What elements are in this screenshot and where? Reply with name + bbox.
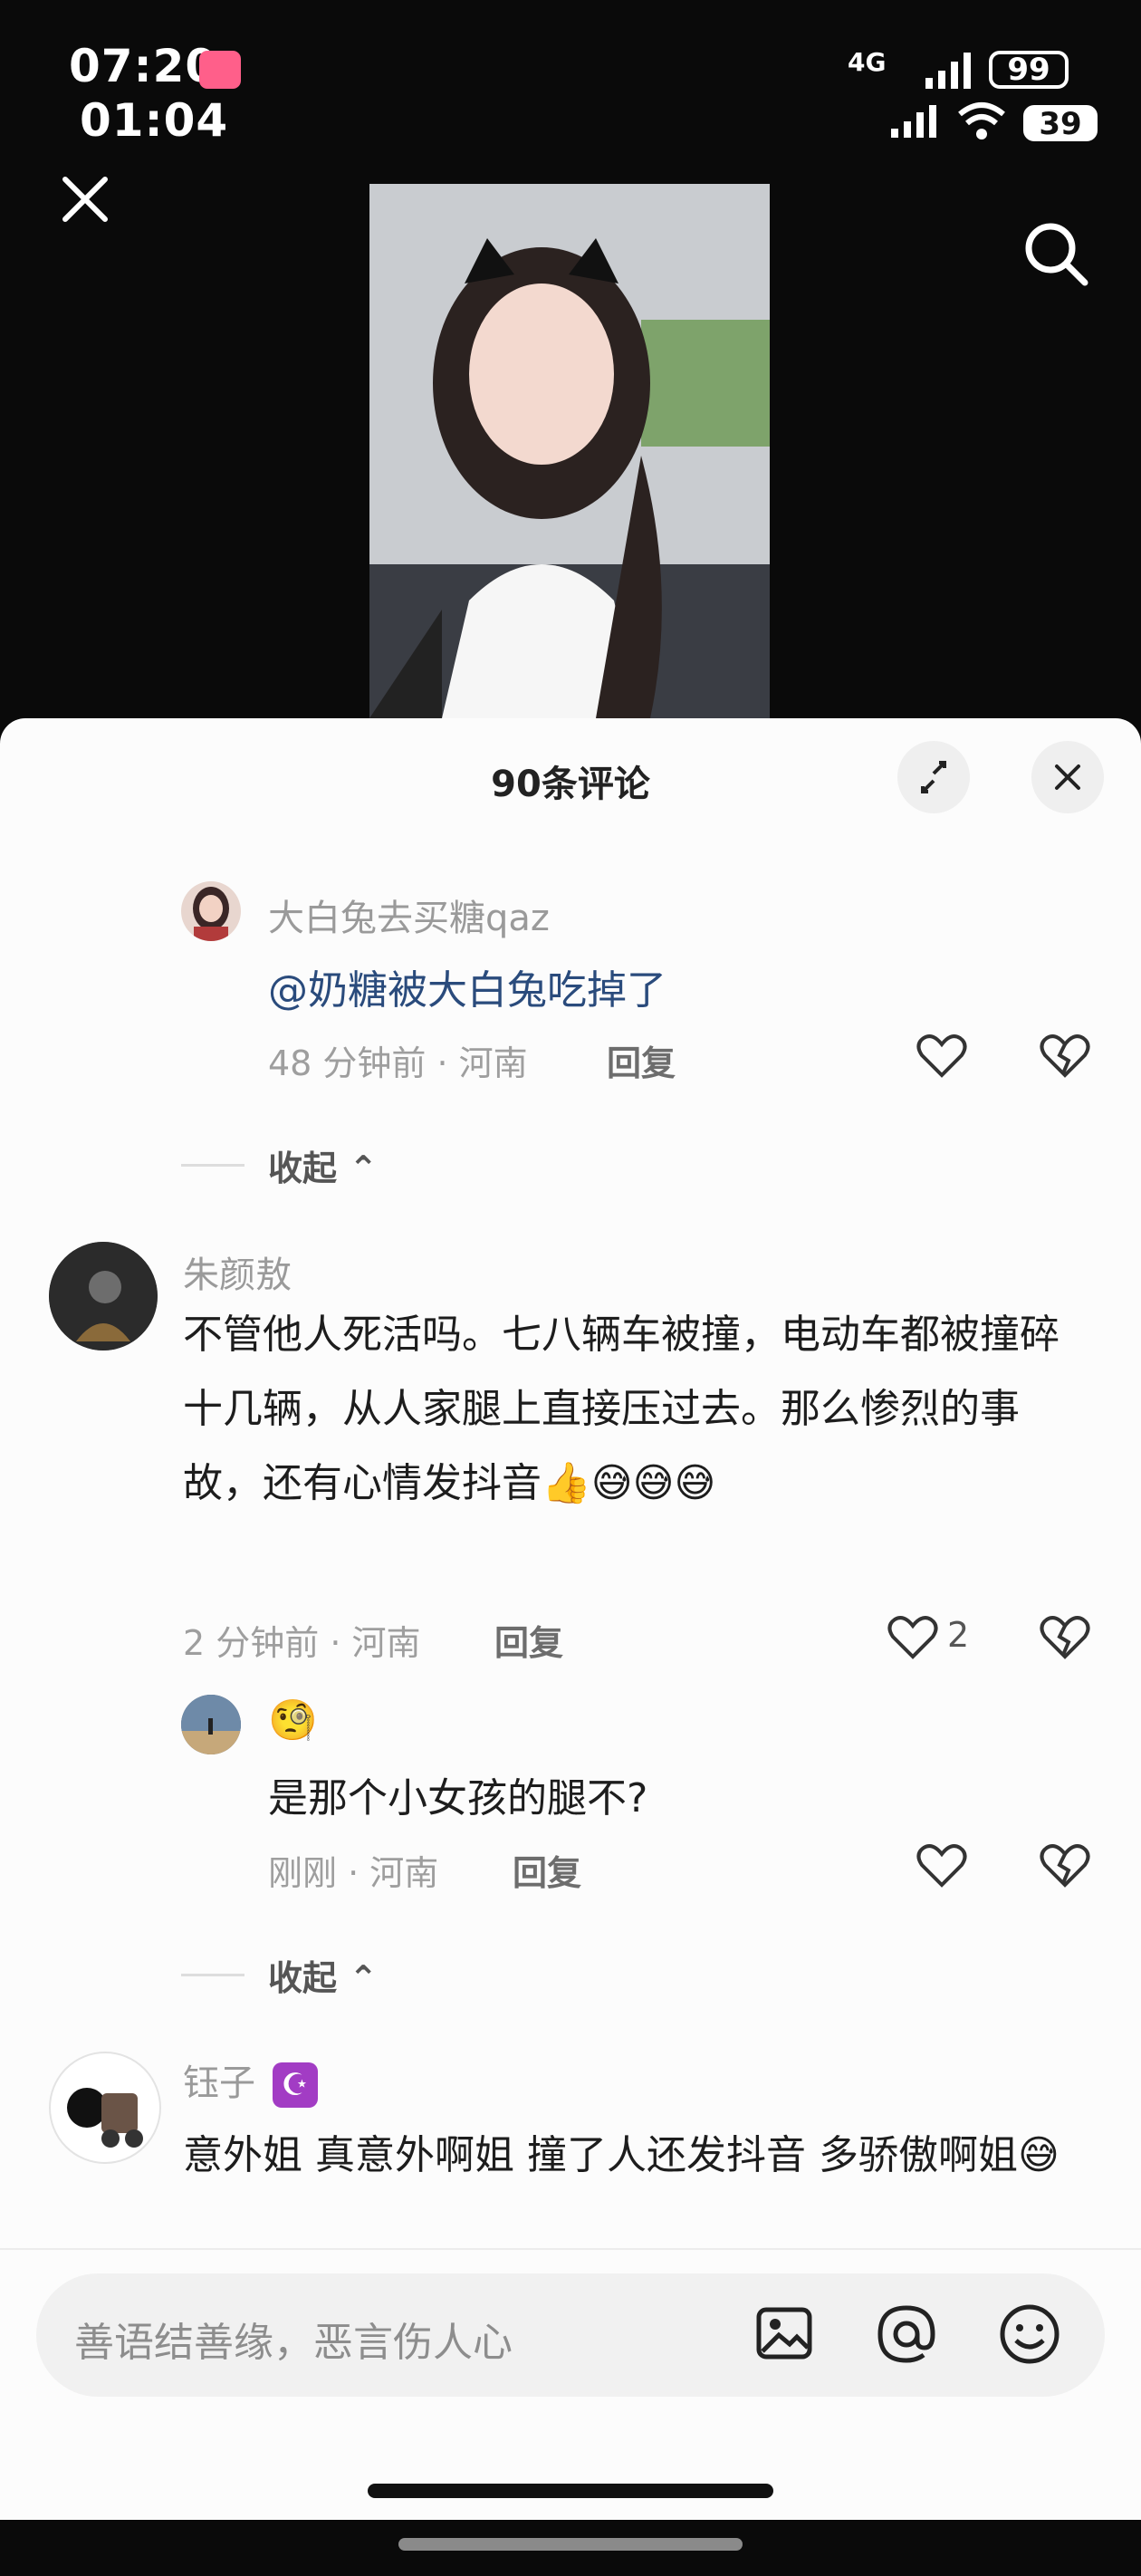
app-badge-icon [199, 51, 241, 89]
chevron-up-icon: ⌃ [349, 1149, 379, 1188]
comment-input[interactable]: 善语结善缘，恶言伤人心 [36, 2273, 1105, 2397]
chevron-up-icon: ⌃ [349, 1958, 379, 1998]
home-indicator[interactable] [368, 2484, 773, 2498]
heart-icon[interactable] [916, 1843, 967, 1889]
close-sheet-button[interactable] [1031, 741, 1104, 813]
reply-button[interactable]: 回复 [513, 1845, 581, 1895]
battery-indicator: 99 [989, 51, 1069, 89]
comment-meta: 刚刚 · 河南 [268, 1853, 439, 1893]
collapse-replies-button[interactable]: 收起 ⌃ [268, 1950, 378, 2000]
comment-count-title: 90条评论 [491, 764, 650, 805]
expand-button[interactable] [897, 741, 970, 813]
broken-heart-icon[interactable] [1040, 1615, 1090, 1660]
heart-icon[interactable] [916, 1033, 967, 1079]
avatar-image [193, 887, 229, 941]
comment-text: 意外姐 真意外啊姐 撞了人还发抖音 多骄傲啊姐😅 [183, 2132, 1060, 2178]
signal-icon [925, 53, 971, 89]
comment-username[interactable]: 大白兔去买糖qaz [268, 889, 550, 941]
battery-indicator-secondary: 39 [1023, 105, 1098, 141]
reply-button[interactable]: 回复 [607, 1035, 676, 1085]
broken-heart-icon[interactable] [1040, 1033, 1090, 1079]
avatar[interactable] [181, 881, 241, 941]
collapse-label: 收起 [268, 1149, 338, 1188]
video-frame-image [369, 184, 770, 718]
heart-icon[interactable] [887, 1615, 938, 1660]
network-label: 4G [848, 47, 887, 77]
avatar[interactable] [49, 2052, 161, 2164]
home-indicator-secondary[interactable] [398, 2538, 743, 2551]
status-time: 07:20 [69, 40, 218, 92]
avatar[interactable] [181, 1695, 241, 1754]
close-icon [1055, 764, 1080, 790]
search-icon[interactable] [1020, 217, 1092, 290]
at-icon[interactable] [875, 2302, 938, 2366]
divider [181, 1164, 244, 1167]
collapse-label: 收起 [268, 1958, 338, 1998]
avatar-image [67, 2088, 143, 2148]
comment-input-placeholder: 善语结善缘，恶言伤人心 [74, 2320, 513, 2366]
divider [181, 1974, 244, 1976]
image-icon[interactable] [755, 2304, 813, 2362]
comment-text: 是那个小女孩的腿不? [268, 1775, 648, 1821]
close-icon[interactable] [58, 172, 112, 226]
video-thumbnail[interactable] [369, 184, 770, 718]
comment-meta: 2 分钟前 · 河南 [183, 1623, 421, 1663]
avatar-image [49, 1242, 158, 1350]
avatar-image [181, 1695, 241, 1754]
comment-username[interactable]: 朱颜敖 [183, 1245, 292, 1298]
like-count: 2 [947, 1615, 970, 1655]
comment-username[interactable]: 钰子 ☪ [183, 2053, 318, 2108]
reply-button[interactable]: 回复 [494, 1615, 563, 1665]
comment-username-text: 钰子 [183, 2062, 255, 2104]
collapse-replies-button[interactable]: 收起 ⌃ [268, 1140, 378, 1190]
status-time-secondary: 01:04 [80, 94, 229, 147]
emoji-icon[interactable] [998, 2302, 1061, 2366]
expand-icon [921, 761, 946, 793]
user-badge: ☪ [272, 2062, 318, 2108]
mention-link[interactable]: @奶糖被大白兔吃掉了 [268, 957, 666, 1015]
signal-icon-secondary [891, 105, 936, 138]
avatar[interactable] [49, 1242, 158, 1350]
broken-heart-icon[interactable] [1040, 1843, 1090, 1889]
comment-username[interactable]: 🧐 [268, 1697, 318, 1744]
comment-meta: 48 分钟前 · 河南 [268, 1043, 528, 1083]
comment-text: 不管他人死活吗。七八辆车被撞，电动车都被撞碎十几辆，从人家腿上直接压过去。那么惨… [183, 1312, 1060, 1506]
wifi-icon [958, 102, 1005, 139]
